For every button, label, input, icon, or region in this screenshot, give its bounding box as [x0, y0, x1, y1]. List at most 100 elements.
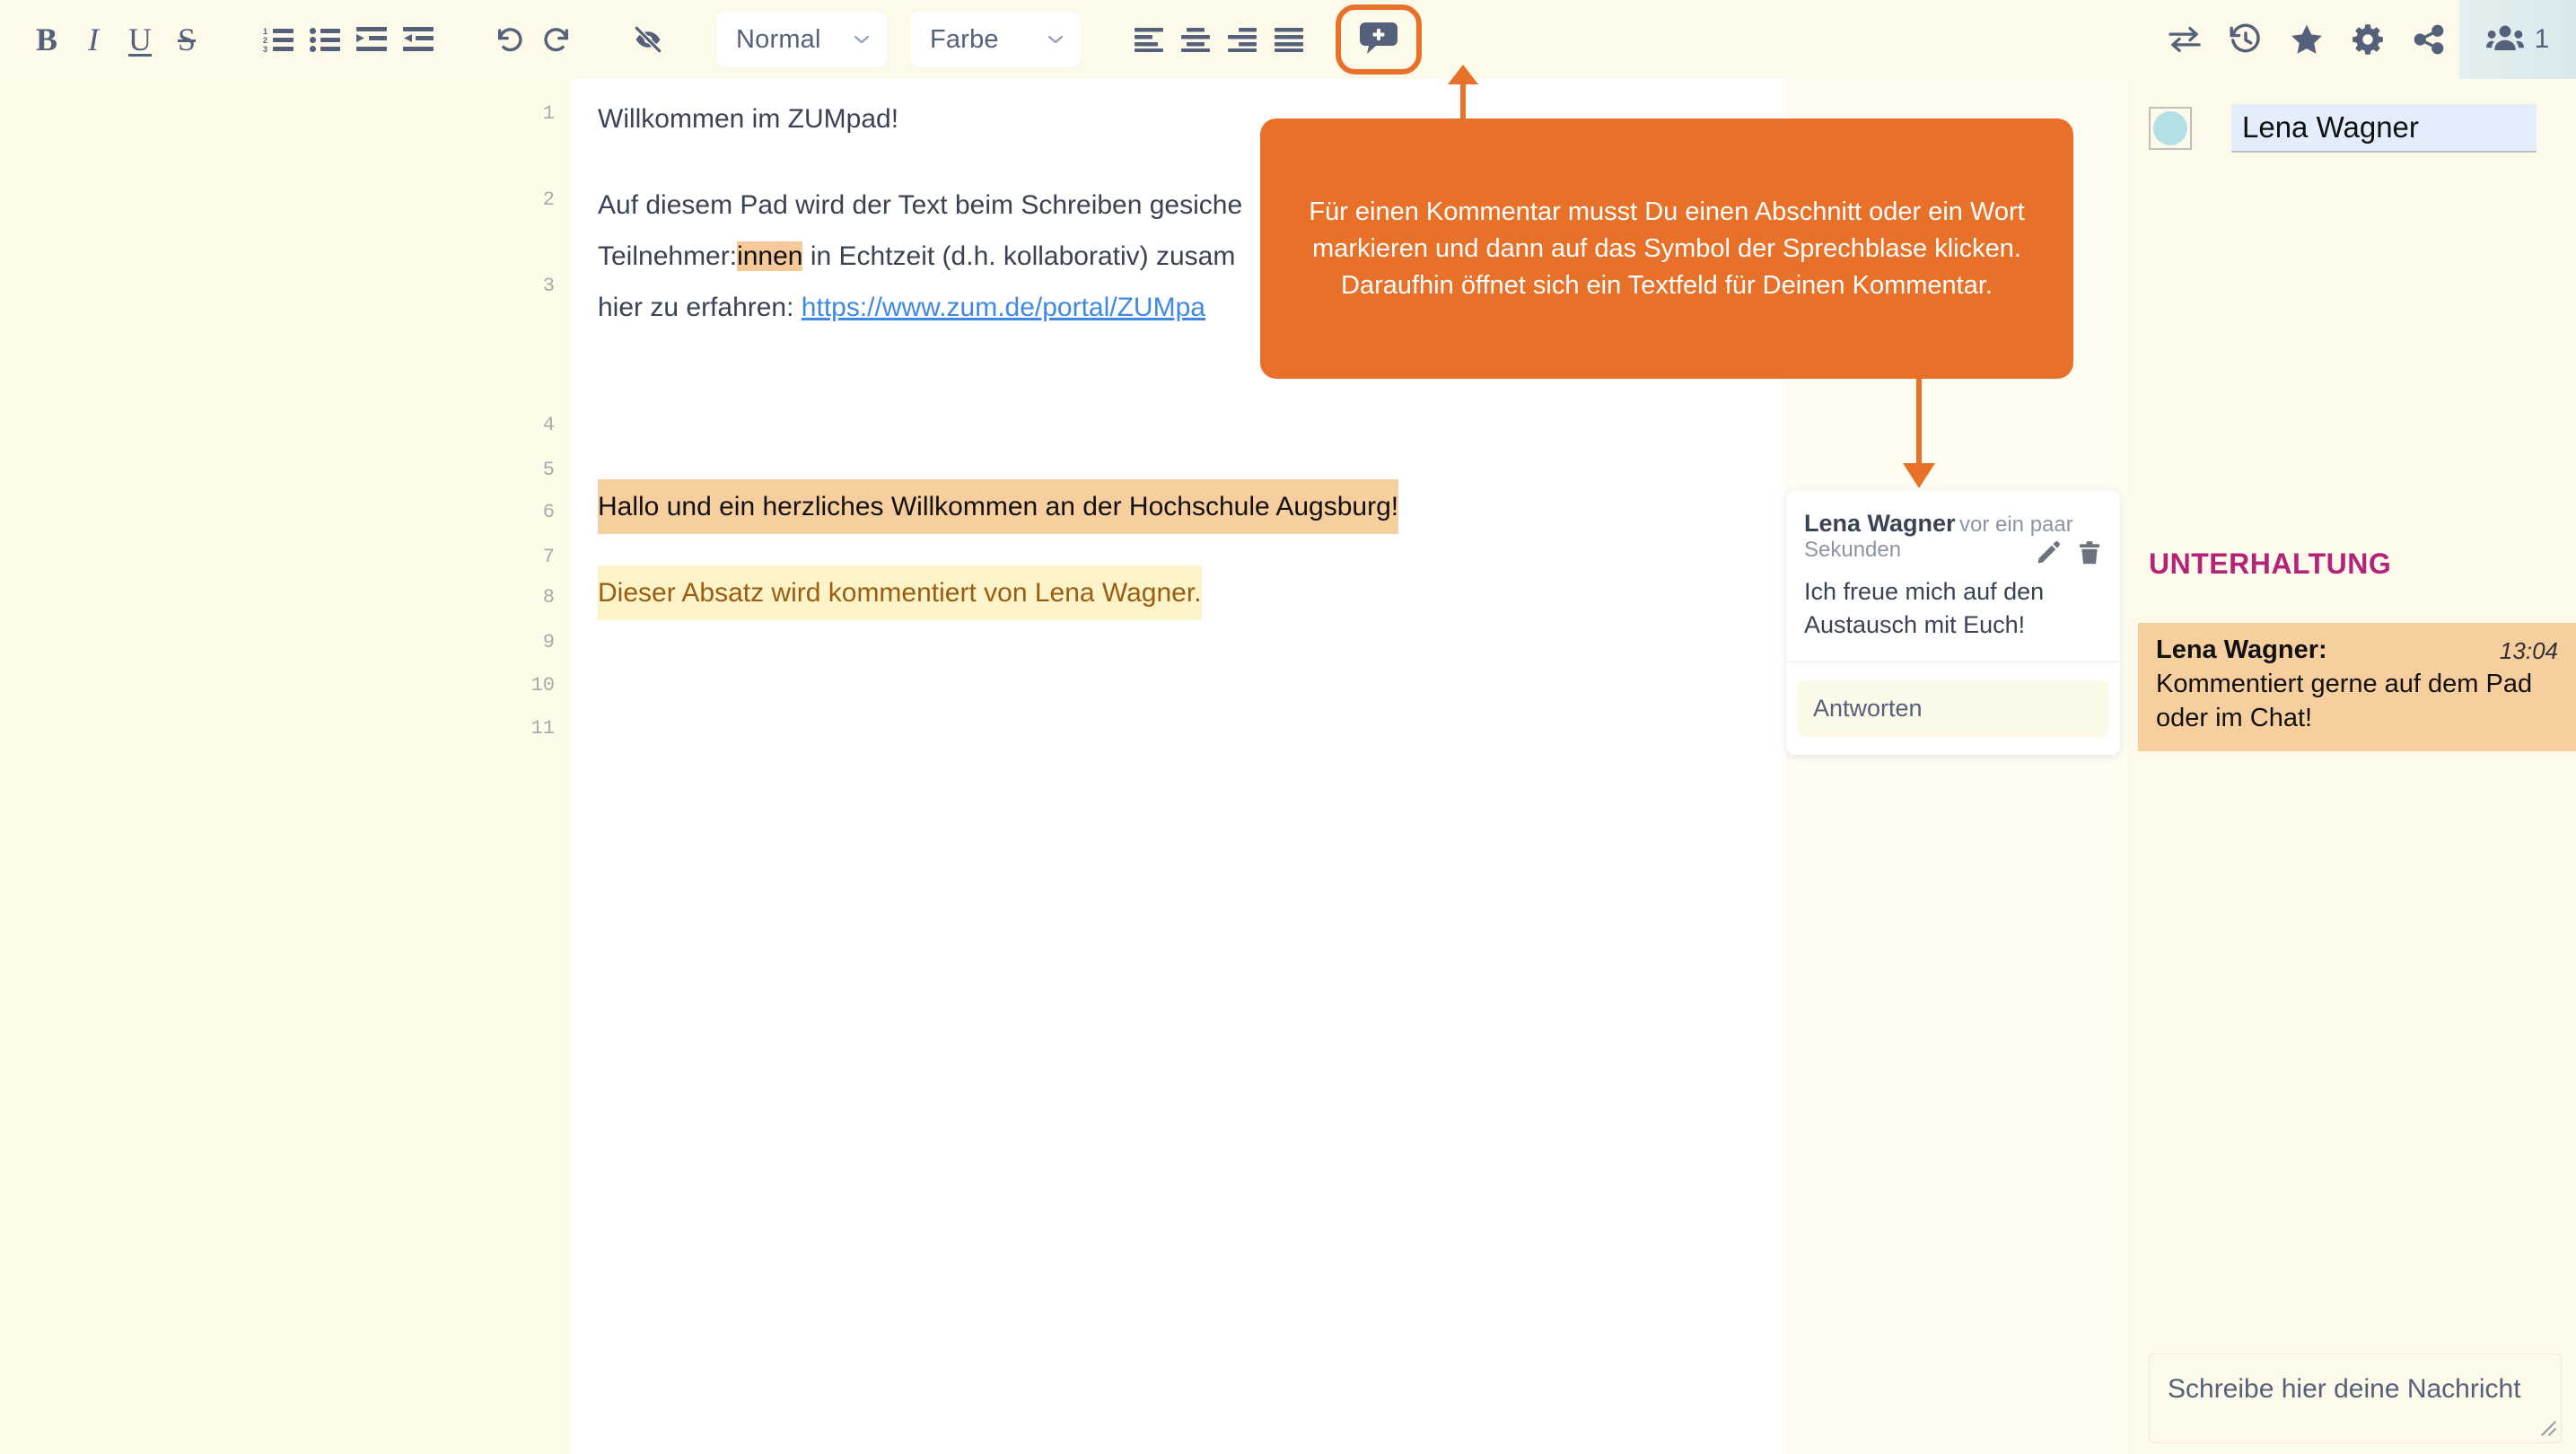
comment-actions — [2036, 540, 2102, 570]
right-sidebar: Lena Wagner UNTERHALTUNG 13:04 Lena Wagn… — [2127, 79, 2576, 1454]
chat-message: 13:04 Lena Wagner: Kommentiert gerne auf… — [2138, 623, 2576, 751]
line-number: 6 — [542, 501, 555, 523]
chat-message-time: 13:04 — [2499, 637, 2558, 664]
avatar-color-dot — [2153, 111, 2187, 145]
paragraph-1[interactable]: Willkommen im ZUMpad! — [598, 93, 898, 145]
comment-add-icon — [1360, 21, 1398, 59]
underline-button[interactable]: U — [117, 16, 163, 63]
line-number: 5 — [542, 459, 555, 481]
history-icon — [2229, 22, 2263, 57]
line-number: 1 — [542, 102, 555, 125]
chat-message-author: Lena Wagner: — [2156, 635, 2327, 664]
gear-icon — [2352, 23, 2384, 56]
italic-label: I — [88, 22, 99, 57]
undo-button[interactable] — [486, 16, 533, 63]
share-button[interactable] — [2398, 8, 2459, 71]
align-justify-icon — [1275, 27, 1303, 52]
comment-reply-button[interactable]: Antworten — [1797, 680, 2109, 737]
toolbar-right-group: 1 — [2154, 0, 2576, 79]
pencil-icon[interactable] — [2036, 540, 2061, 570]
line-number: 7 — [542, 546, 555, 568]
resize-grip-icon[interactable] — [2537, 1417, 2557, 1441]
paragraph-3-text-b: in Echtzeit (d.h. kollaborativ) zusam — [802, 241, 1236, 271]
chat-input[interactable]: Schreibe hier deine Nachricht — [2149, 1353, 2562, 1443]
indent-icon — [356, 26, 387, 53]
line-number: 2 — [542, 188, 555, 211]
comment-divider — [1786, 661, 2120, 662]
editor-toolbar: B I U S 1 2 3 Normal Farbe 1 — [0, 0, 2576, 79]
color-value: Farbe — [930, 24, 999, 54]
strikethrough-label: S — [177, 22, 197, 57]
add-comment-button[interactable] — [1336, 4, 1422, 74]
unordered-list-button[interactable] — [302, 16, 348, 63]
zumpad-portal-link[interactable]: https://www.zum.de/portal/ZUMpa — [802, 293, 1205, 322]
line-number: 8 — [542, 586, 555, 609]
paragraph-6-highlighted[interactable]: Hallo und ein herzliches Willkommen an d… — [598, 479, 1399, 534]
outdent-icon — [403, 26, 434, 53]
redo-button[interactable] — [533, 16, 580, 63]
tooltip-arrow-down — [1903, 463, 1935, 488]
trash-icon[interactable] — [2077, 540, 2102, 570]
clear-authorship-button[interactable] — [625, 16, 671, 63]
align-justify-button[interactable] — [1266, 16, 1312, 63]
tooltip-callout: Für einen Kommentar musst Du einen Absch… — [1260, 118, 2073, 379]
unordered-list-icon — [310, 26, 340, 53]
text-style-select[interactable]: Normal — [716, 12, 887, 67]
underline-label: U — [128, 22, 152, 57]
align-right-button[interactable] — [1219, 16, 1266, 63]
eye-slash-icon — [632, 24, 664, 55]
align-center-icon — [1181, 27, 1210, 52]
ordered-list-button[interactable]: 1 2 3 — [255, 16, 302, 63]
paragraph-3-line-3[interactable]: hier zu erfahren: https://www.zum.de/por… — [598, 282, 1205, 333]
chevron-down-icon — [1047, 31, 1065, 48]
tooltip-stem-bottom — [1916, 379, 1922, 476]
connected-users-count: 1 — [2534, 24, 2550, 54]
strikethrough-button[interactable]: S — [163, 16, 210, 63]
current-user-row: Lena Wagner — [2149, 104, 2537, 153]
chevron-down-icon — [853, 31, 871, 48]
history-button[interactable] — [2215, 8, 2276, 71]
comment-card[interactable]: Lena Wagner vor ein paar Sekunden Ich fr… — [1786, 490, 2120, 755]
line-number: 3 — [542, 275, 555, 297]
bold-label: B — [35, 22, 57, 57]
redo-icon — [541, 24, 572, 55]
comment-header: Lena Wagner vor ein paar Sekunden — [1804, 510, 2102, 565]
users-icon — [2485, 23, 2524, 57]
indent-button[interactable] — [348, 16, 395, 63]
align-left-button[interactable] — [1126, 16, 1172, 63]
line-number-gutter: 1 2 3 4 5 6 7 8 9 10 11 — [0, 79, 571, 1454]
ordered-list-icon: 1 2 3 — [263, 26, 294, 53]
undo-icon — [495, 24, 525, 55]
paragraph-3-text-a: Teilnehmer: — [598, 241, 738, 271]
paragraph-3-text-c: hier zu erfahren: — [598, 293, 802, 322]
import-export-button[interactable] — [2154, 8, 2215, 71]
chat-message-text: Kommentiert gerne auf dem Pad oder im Ch… — [2156, 670, 2533, 732]
line-number: 9 — [542, 631, 555, 653]
bold-button[interactable]: B — [23, 16, 70, 63]
import-export-icon — [2168, 24, 2202, 55]
tooltip-text: Für einen Kommentar musst Du einen Absch… — [1309, 197, 2025, 300]
line-number: 11 — [530, 717, 555, 740]
align-center-button[interactable] — [1172, 16, 1219, 63]
color-select[interactable]: Farbe — [910, 12, 1081, 67]
svg-text:3: 3 — [263, 45, 267, 53]
italic-button[interactable]: I — [70, 16, 117, 63]
toolbar-left-group: B I U S 1 2 3 Normal Farbe — [0, 0, 1422, 79]
avatar[interactable] — [2149, 107, 2192, 150]
comment-author: Lena Wagner — [1804, 510, 1956, 537]
username-input[interactable]: Lena Wagner — [2231, 104, 2537, 153]
settings-button[interactable] — [2337, 8, 2398, 71]
align-left-icon — [1135, 27, 1163, 52]
line-number: 10 — [530, 674, 555, 696]
text-style-value: Normal — [736, 24, 821, 54]
paragraph-8-commented[interactable]: Dieser Absatz wird kommentiert von Lena … — [598, 565, 1202, 620]
line-number: 4 — [542, 414, 555, 436]
paragraph-3-line-2[interactable]: Teilnehmer:innen in Echtzeit (d.h. kolla… — [598, 231, 1235, 282]
star-button[interactable] — [2276, 8, 2337, 71]
paragraph-3-line-1[interactable]: Auf diesem Pad wird der Text beim Schrei… — [598, 180, 1242, 231]
outdent-button[interactable] — [395, 16, 442, 63]
highlighted-word-innen: innen — [737, 241, 803, 271]
align-right-icon — [1228, 27, 1257, 52]
svg-text:2: 2 — [263, 36, 267, 45]
connected-users-button[interactable]: 1 — [2459, 0, 2576, 79]
